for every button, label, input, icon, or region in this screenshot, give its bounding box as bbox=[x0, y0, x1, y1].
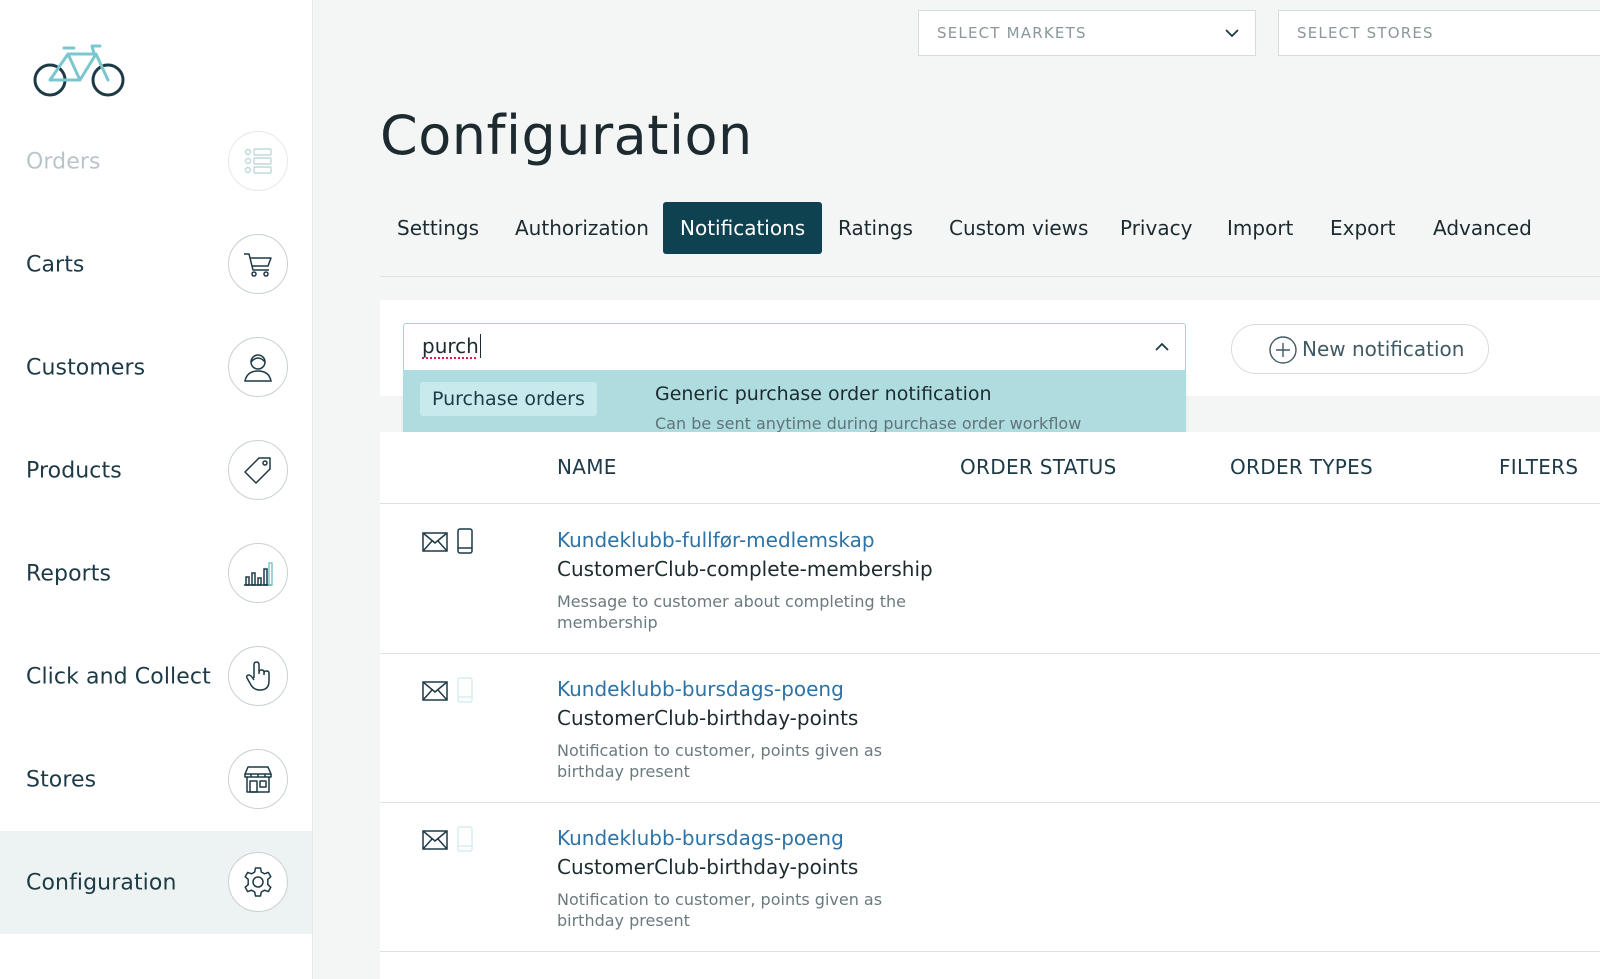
search-input-value: purch bbox=[422, 334, 479, 358]
page-title: Configuration bbox=[380, 104, 753, 167]
notification-link[interactable]: Kundeklubb-bursdags-poeng bbox=[557, 677, 844, 701]
email-icon bbox=[422, 681, 448, 701]
sidebar-item-label: Configuration bbox=[26, 870, 177, 895]
tab-advanced[interactable]: Advanced bbox=[1416, 202, 1549, 254]
table-row[interactable]: Kundeklubb-fullfør-medlemskap CustomerCl… bbox=[380, 504, 1600, 654]
select-markets-placeholder: SELECT MARKETS bbox=[937, 24, 1087, 42]
notification-description: Message to customer about completing the… bbox=[557, 592, 907, 632]
person-icon bbox=[228, 336, 288, 397]
sidebar: Orders Carts Customers Products Reports … bbox=[0, 0, 313, 979]
notification-description: Notification to customer, points given a… bbox=[557, 890, 883, 930]
storefront-icon bbox=[228, 748, 288, 809]
column-header-order-status[interactable]: ORDER STATUS bbox=[960, 455, 1117, 479]
table-row[interactable]: Kundeklubb-bursdags-poeng CustomerClub-b… bbox=[380, 653, 1600, 803]
cart-icon bbox=[228, 233, 288, 294]
email-icon bbox=[422, 830, 448, 850]
column-header-order-types[interactable]: ORDER TYPES bbox=[1230, 455, 1373, 479]
tab-bar: Settings Authorization Notifications Rat… bbox=[380, 202, 1600, 256]
notifications-table: NAME ORDER STATUS ORDER TYPES FILTERS Ku… bbox=[380, 432, 1600, 979]
bar-chart-icon bbox=[228, 542, 288, 603]
sidebar-item-reports[interactable]: Reports bbox=[0, 522, 312, 625]
mobile-phone-icon bbox=[457, 677, 473, 703]
sidebar-item-products[interactable]: Products bbox=[0, 419, 312, 522]
tab-import[interactable]: Import bbox=[1210, 202, 1310, 254]
select-stores-placeholder: SELECT STORES bbox=[1297, 24, 1434, 42]
gear-icon bbox=[228, 851, 288, 912]
notification-link[interactable]: Kundeklubb-fullfør-medlemskap bbox=[557, 528, 875, 552]
suggestion-subtitle: Can be sent anytime during purchase orde… bbox=[655, 414, 1082, 433]
chevron-down-icon bbox=[1225, 29, 1239, 38]
bicycle-logo-icon[interactable] bbox=[30, 40, 130, 102]
sidebar-item-click-and-collect[interactable]: Click and Collect bbox=[0, 625, 312, 728]
hand-pointer-icon bbox=[228, 645, 288, 706]
sidebar-item-orders[interactable]: Orders bbox=[0, 110, 312, 213]
sidebar-item-label: Stores bbox=[26, 767, 97, 792]
tab-notifications[interactable]: Notifications bbox=[663, 202, 823, 254]
sidebar-item-label: Orders bbox=[26, 149, 101, 174]
sidebar-item-label: Reports bbox=[26, 561, 112, 586]
tab-export[interactable]: Export bbox=[1313, 202, 1412, 254]
sidebar-item-label: Click and Collect bbox=[26, 664, 211, 689]
tab-custom-views[interactable]: Custom views bbox=[932, 202, 1105, 254]
tag-icon bbox=[228, 439, 288, 500]
tabs-divider bbox=[380, 276, 1600, 277]
sidebar-item-carts[interactable]: Carts bbox=[0, 213, 312, 316]
select-stores-dropdown[interactable]: SELECT STORES bbox=[1278, 10, 1600, 56]
tab-privacy[interactable]: Privacy bbox=[1103, 202, 1209, 254]
column-header-name[interactable]: NAME bbox=[557, 455, 617, 479]
text-caret bbox=[479, 334, 481, 358]
select-markets-dropdown[interactable]: SELECT MARKETS bbox=[918, 10, 1256, 56]
column-header-filters[interactable]: FILTERS bbox=[1499, 455, 1578, 479]
tab-ratings[interactable]: Ratings bbox=[821, 202, 930, 254]
tab-settings[interactable]: Settings bbox=[380, 202, 496, 254]
suggestion-title: Generic purchase order notification bbox=[655, 383, 992, 405]
table-row[interactable]: Kundeklubb-bursdags-poeng CustomerClub-b… bbox=[380, 802, 1600, 952]
mobile-phone-icon bbox=[457, 826, 473, 852]
suggestion-category-badge: Purchase orders bbox=[420, 382, 597, 416]
chevron-up-icon[interactable] bbox=[1153, 338, 1171, 356]
notification-name: CustomerClub-birthday-points bbox=[557, 855, 859, 879]
sidebar-item-label: Products bbox=[26, 458, 122, 483]
sidebar-item-customers[interactable]: Customers bbox=[0, 316, 312, 419]
new-notification-button[interactable]: New notification bbox=[1231, 324, 1489, 374]
notification-description: Notification to customer, points given a… bbox=[557, 741, 883, 781]
notification-search-combobox[interactable]: purch bbox=[403, 323, 1186, 371]
sidebar-item-label: Customers bbox=[26, 355, 146, 380]
search-input[interactable]: purch bbox=[422, 334, 481, 358]
notification-name: CustomerClub-complete-membership bbox=[557, 557, 933, 581]
list-icon bbox=[228, 130, 288, 191]
sidebar-item-label: Carts bbox=[26, 252, 85, 277]
tab-authorization[interactable]: Authorization bbox=[498, 202, 666, 254]
sidebar-item-configuration[interactable]: Configuration bbox=[0, 831, 312, 934]
email-icon bbox=[422, 532, 448, 552]
new-notification-label: New notification bbox=[1302, 337, 1465, 361]
sidebar-item-stores[interactable]: Stores bbox=[0, 728, 312, 831]
mobile-phone-icon bbox=[457, 528, 473, 554]
notification-name: CustomerClub-birthday-points bbox=[557, 706, 859, 730]
plus-circle-icon bbox=[1269, 336, 1297, 364]
notification-link[interactable]: Kundeklubb-bursdags-poeng bbox=[557, 826, 844, 850]
